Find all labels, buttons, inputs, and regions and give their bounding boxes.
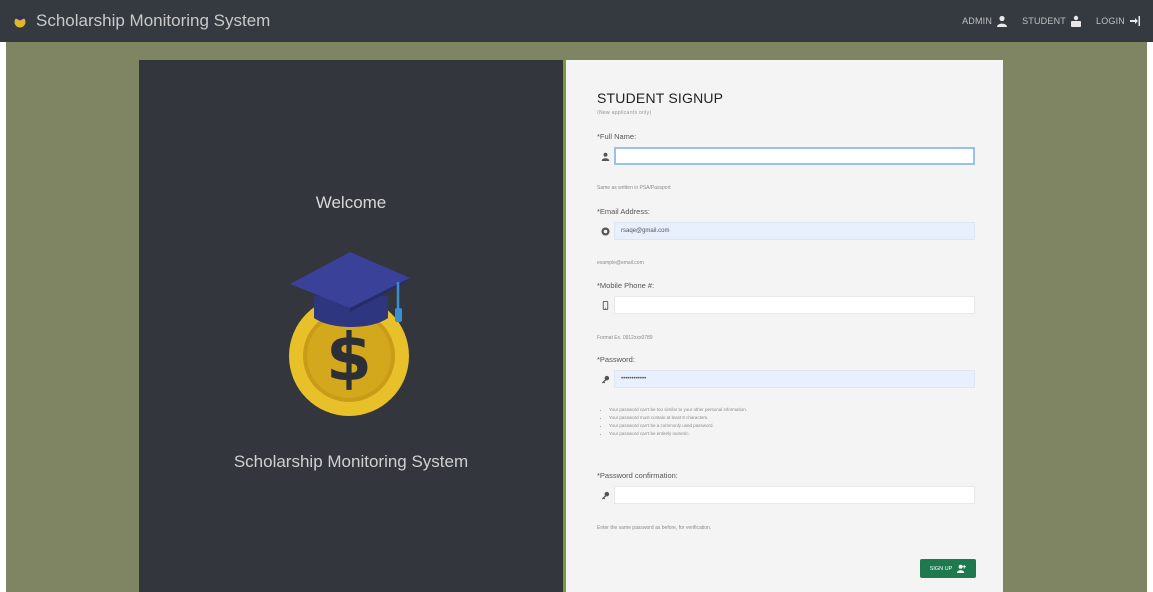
form-title: STUDENT SIGNUP [597, 90, 724, 106]
user-icon [597, 147, 614, 165]
nav-login-label: LOGIN [1095, 16, 1125, 26]
email-group: rsaqe@gmail.com [597, 222, 975, 240]
email-input[interactable]: rsaqe@gmail.com [614, 222, 975, 240]
mobile-icon [597, 296, 614, 314]
nav-admin-link[interactable]: ADMIN [962, 15, 1008, 27]
password-rules: Your password can't be too similar to yo… [609, 406, 747, 438]
password-confirm-help: Enter the same password as before, for v… [597, 525, 712, 531]
password-input[interactable]: •••••••••••• [614, 370, 975, 388]
password-confirm-group [597, 486, 975, 504]
full-name-group [597, 147, 975, 165]
email-label: *Email Address: [597, 207, 650, 216]
add-user-icon [957, 564, 967, 573]
full-name-help: Same as written in PSA/Passport [597, 185, 671, 191]
nav-student-label: STUDENT [1022, 16, 1066, 26]
svg-text:$: $ [326, 319, 372, 396]
mobile-label: *Mobile Phone #: [597, 281, 655, 290]
form-subtitle: (New applicants only) [597, 110, 652, 116]
nav-admin-label: ADMIN [962, 16, 993, 26]
password-confirm-input[interactable] [614, 486, 975, 504]
left-edge [0, 42, 6, 592]
login-icon [1130, 16, 1140, 26]
password-rule: Your password can't be too similar to yo… [609, 406, 747, 414]
signup-button[interactable]: SIGN UP [920, 559, 976, 578]
password-confirm-label: *Password confirmation: [597, 471, 678, 480]
students-icon [1070, 15, 1081, 27]
nav-student-link[interactable]: STUDENT [1022, 15, 1082, 27]
nav-login-link[interactable]: LOGIN [1096, 15, 1141, 27]
welcome-system-name: Scholarship Monitoring System [233, 452, 469, 471]
mobile-group [597, 296, 975, 314]
full-name-label: *Full Name: [597, 132, 637, 141]
key-icon [597, 370, 614, 388]
password-rule: Your password can't be entirely numeric. [609, 430, 747, 438]
graduation-coin-logo: $ [289, 252, 410, 416]
brand-title: Scholarship Monitoring System [36, 11, 271, 30]
user-icon [997, 15, 1008, 27]
signup-form-panel: STUDENT SIGNUP (New applicants only) *Fu… [563, 60, 1003, 592]
welcome-title: Welcome [315, 193, 387, 212]
email-help: example@email.com [597, 260, 644, 266]
password-label: *Password: [597, 355, 635, 364]
password-rule: Your password must contain at least 8 ch… [609, 414, 747, 422]
brand-coin-icon [12, 13, 28, 29]
password-rule: Your password can't be a commonly used p… [609, 422, 747, 430]
key-icon [597, 486, 614, 504]
password-group: •••••••••••• [597, 370, 975, 388]
email-icon [597, 222, 614, 240]
full-name-input[interactable] [614, 147, 975, 165]
mobile-input[interactable] [614, 296, 975, 314]
navbar-brand[interactable]: Scholarship Monitoring System [12, 11, 270, 31]
welcome-panel: Welcome $ Scholarship Monitoring System [139, 60, 563, 592]
signup-button-label: SIGN UP [929, 565, 953, 572]
nav-links: ADMIN STUDENT LOGIN [962, 15, 1141, 27]
mobile-help: Format Ex. 0912xxx0789 [597, 335, 653, 341]
right-edge [1147, 42, 1153, 592]
top-navbar: Scholarship Monitoring System ADMIN STUD… [0, 0, 1153, 42]
